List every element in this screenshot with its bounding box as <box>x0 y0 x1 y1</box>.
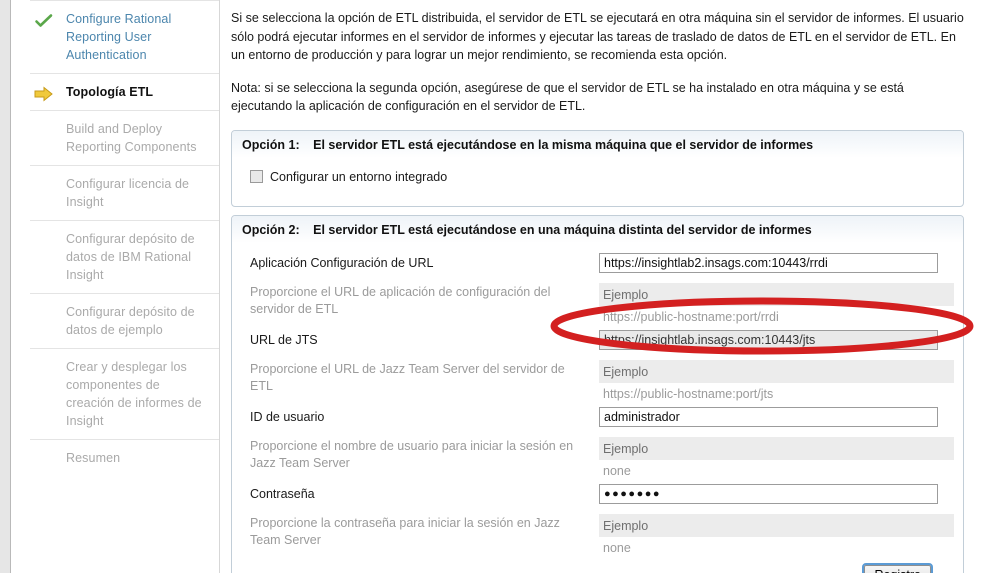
sidebar-item-label: Crear y desplegar los componentes de cre… <box>66 360 202 428</box>
sidebar-item-build-and-deploy-reporting-components: Build and Deploy Reporting Components <box>30 110 219 165</box>
field-label: ID de usuario <box>250 409 325 424</box>
field-hint: Proporcione el URL de aplicación de conf… <box>250 284 551 316</box>
field-row-password: Contraseña <box>242 480 953 509</box>
field-control <box>599 480 953 504</box>
option-1-number: Opción 1: <box>242 137 300 152</box>
field-control <box>599 249 953 273</box>
sidebar-item-configure-rational-reporting-user-authentication[interactable]: Configure Rational Reporting User Authen… <box>30 0 219 73</box>
field-control <box>599 326 953 350</box>
sidebar-item-resumen: Resumen <box>30 439 219 476</box>
sidebar-item-configurar-deposito-de-datos-de-ejemplo: Configurar depósito de datos de ejemplo <box>30 293 219 348</box>
example-value: none <box>603 540 631 555</box>
field-hint-row-user-id: Proporcione el nombre de usuario para in… <box>242 432 954 480</box>
option-1-header: Opción 1: El servidor ETL está ejecutánd… <box>232 130 963 158</box>
sidebar-item-label: Build and Deploy Reporting Components <box>66 122 197 154</box>
field-hint: Proporcione el URL de Jazz Team Server d… <box>250 361 565 393</box>
intro-paragraph-2: Nota: si se selecciona la segunda opción… <box>231 80 904 114</box>
field-hint: Proporcione la contraseña para iniciar l… <box>250 515 560 547</box>
field-example: Ejemplo none <box>599 509 954 557</box>
field-hint-row-jts-url: Proporcione el URL de Jazz Team Server d… <box>242 355 954 403</box>
field-row-jts-url: URL de JTS <box>242 326 953 355</box>
wizard-step-sidebar: Configure Rational Reporting User Authen… <box>12 0 220 573</box>
field-label: Contraseña <box>250 486 315 501</box>
example-label: Ejemplo <box>599 282 954 306</box>
app-config-url-input[interactable] <box>599 252 938 273</box>
sidebar-item-crear-y-desplegar-componentes: Crear y desplegar los componentes de cre… <box>30 348 219 439</box>
option-2-number: Opción 2: <box>242 222 300 237</box>
user-id-input[interactable] <box>599 406 938 427</box>
example-value: https://public-hostname:port/rrdi <box>603 309 779 324</box>
sidebar-item-label: Configure Rational Reporting User Authen… <box>66 12 172 62</box>
example-label: Ejemplo <box>599 436 954 460</box>
integrated-environment-label: Configurar un entorno integrado <box>270 169 448 184</box>
sidebar-item-label: Configurar depósito de datos de ejemplo <box>66 305 195 337</box>
sidebar-item-topologia-etl[interactable]: Topología ETL <box>30 73 219 110</box>
sidebar-item-label: Resumen <box>66 451 121 465</box>
option-1-title: El servidor ETL está ejecutándose en la … <box>313 137 814 152</box>
example-value: https://public-hostname:port/jts <box>603 386 774 401</box>
sidebar-item-configurar-deposito-de-datos-ibm-rational-insight: Configurar depósito de datos de IBM Rati… <box>30 220 219 293</box>
field-example: Ejemplo https://public-hostname:port/rrd… <box>599 278 954 326</box>
field-example: Ejemplo none <box>599 432 954 480</box>
option-2-panel: Opción 2: El servidor ETL está ejecutánd… <box>231 214 964 573</box>
option-1-body: Configurar un entorno integrado <box>232 158 963 206</box>
field-hint: Proporcione el nombre de usuario para in… <box>250 438 574 470</box>
example-label: Ejemplo <box>599 513 954 537</box>
sidebar-item-label: Configurar depósito de datos de IBM Rati… <box>66 232 195 282</box>
field-row-app-config-url: Aplicación Configuración de URL <box>242 249 953 278</box>
option-1-panel: Opción 1: El servidor ETL está ejecutánd… <box>231 129 964 207</box>
sidebar-item-label: Configurar licencia de Insight <box>66 177 190 209</box>
option-2-title: El servidor ETL está ejecutándose en una… <box>313 222 812 237</box>
configuration-wizard-page: Configure Rational Reporting User Authen… <box>0 0 992 573</box>
sidebar-item-label: Topología ETL <box>66 85 154 99</box>
sidebar-item-configurar-licencia-de-insight: Configurar licencia de Insight <box>30 165 219 220</box>
integrated-environment-checkbox-row[interactable]: Configurar un entorno integrado <box>242 164 953 200</box>
option-2-body: Aplicación Configuración de URL Proporci… <box>232 243 963 573</box>
arrow-right-icon <box>34 85 54 103</box>
intro-paragraph-1: Si se selecciona la opción de ETL distri… <box>231 11 964 62</box>
register-button[interactable]: Registro <box>862 562 933 573</box>
jts-url-input[interactable] <box>599 329 938 350</box>
example-value: none <box>603 463 631 478</box>
option-2-header: Opción 2: El servidor ETL está ejecutánd… <box>232 215 963 243</box>
check-icon <box>34 12 54 30</box>
field-label: URL de JTS <box>250 332 318 347</box>
example-label: Ejemplo <box>599 359 954 383</box>
main-content: Si se selecciona la opción de ETL distri… <box>221 0 978 573</box>
field-hint-row-password: Proporcione la contraseña para iniciar l… <box>242 509 954 557</box>
field-label: Aplicación Configuración de URL <box>250 255 434 270</box>
field-control <box>599 403 953 427</box>
password-input[interactable] <box>599 483 938 504</box>
field-example: Ejemplo https://public-hostname:port/jts <box>599 355 954 403</box>
field-hint-row-app-config-url: Proporcione el URL de aplicación de conf… <box>242 278 954 326</box>
register-button-row: Registro <box>242 557 953 573</box>
field-row-user-id: ID de usuario <box>242 403 953 432</box>
left-gutter <box>0 0 11 573</box>
integrated-environment-checkbox[interactable] <box>250 170 263 183</box>
